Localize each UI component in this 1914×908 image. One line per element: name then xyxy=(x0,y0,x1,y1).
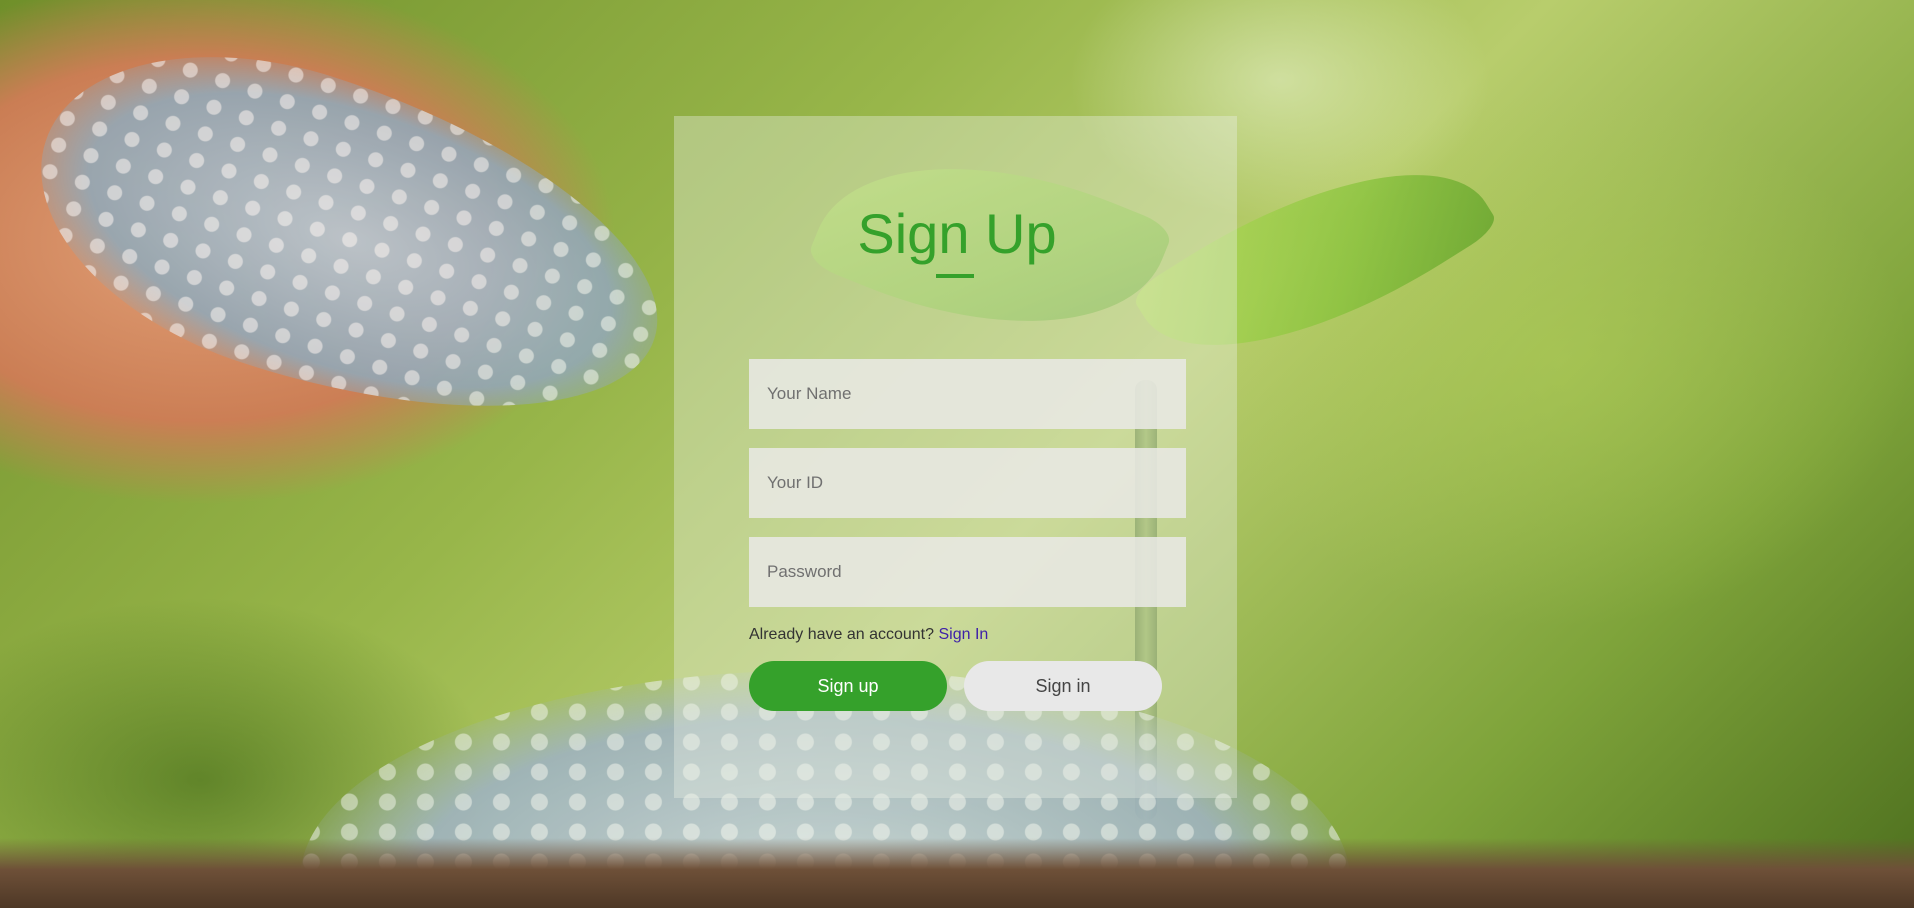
sign-in-link[interactable]: Sign In xyxy=(938,626,988,643)
account-prompt-text: Already have an account? xyxy=(749,626,935,643)
account-prompt-line: Already have an account? Sign In xyxy=(749,626,988,644)
soil-graphic xyxy=(0,838,1914,908)
password-input[interactable] xyxy=(749,537,1186,607)
sign-up-button[interactable]: Sign up xyxy=(749,661,947,711)
id-input[interactable] xyxy=(749,448,1186,518)
title-underline xyxy=(936,274,974,278)
name-input[interactable] xyxy=(749,359,1186,429)
page-title: Sign Up xyxy=(857,202,1057,265)
sign-in-button[interactable]: Sign in xyxy=(964,661,1162,711)
